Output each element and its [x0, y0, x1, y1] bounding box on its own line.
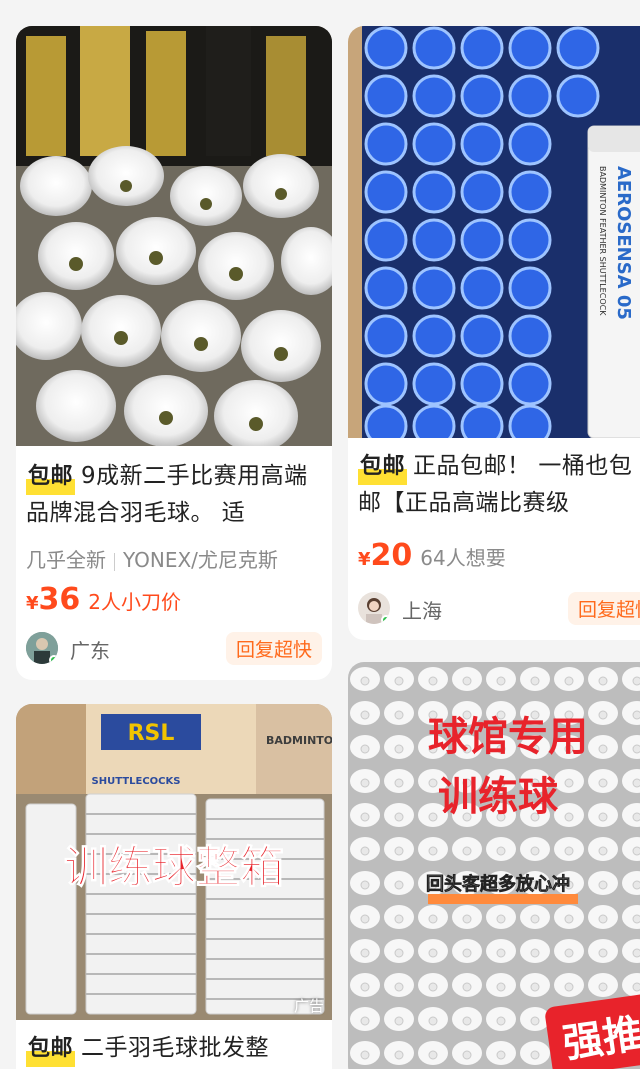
free-shipping-badge: 包邮 — [358, 449, 408, 485]
shuttlecock-photo — [16, 26, 332, 446]
image-overlay-text-2: 训练球 — [438, 774, 559, 820]
tube-brand-text: AEROSENSA 05 — [613, 166, 634, 320]
product-feed: 包邮 9成新二手比赛用高端品牌混合羽毛球。 适 几乎全新 YONEX/尤尼克斯 ¥3… — [0, 0, 640, 1069]
currency-symbol: ¥ — [26, 593, 39, 614]
tube-subtext: BADMINTON FEATHER SHUTTLECOCK — [598, 166, 607, 316]
free-shipping-badge: 包邮 — [26, 459, 76, 495]
image-overlay-text: 训练球整箱 — [64, 842, 284, 893]
product-title[interactable]: 包邮 二手羽毛球批发整 — [26, 1030, 322, 1069]
shuttlecock-pile-photo: 球馆专用 训练球 回头客超多放心冲 强推 — [348, 662, 640, 1069]
price-value: 36 — [38, 582, 81, 617]
image-banner-text: 回头客超多放心冲 — [426, 873, 570, 895]
condition-tag: 几乎全新 — [26, 548, 106, 572]
ad-label: 广告 — [293, 997, 324, 1015]
price-note: 2人小刀价 — [88, 590, 182, 614]
free-shipping-badge: 包邮 — [26, 1031, 76, 1067]
avatar[interactable] — [26, 632, 58, 664]
product-image[interactable]: 球馆专用 训练球 回头客超多放心冲 强推 — [348, 662, 640, 1069]
shuttlecock-tubes-photo: AEROSENSA 05 BADMINTON FEATHER SHUTTLECO… — [348, 26, 640, 438]
box-right-label: BADMINTON — [266, 734, 332, 747]
product-title-text: 二手羽毛球批发整 — [81, 1035, 270, 1061]
price-row: ¥20 64人想要 — [358, 538, 506, 573]
product-card[interactable]: AEROSENSA 05 BADMINTON FEATHER SHUTTLECO… — [348, 26, 640, 640]
product-image[interactable] — [16, 26, 332, 446]
box-sub-label: SHUTTLECOCKS — [92, 776, 181, 787]
product-title[interactable]: 包邮 9成新二手比赛用高端品牌混合羽毛球。 适 — [26, 458, 322, 530]
image-overlay-text-1: 球馆专用 — [428, 714, 588, 760]
reply-fast-tag: 回复超快 — [225, 632, 322, 665]
reply-fast-tag: 回复超快 — [567, 592, 640, 625]
box-brand-label: RSL — [128, 721, 175, 746]
shuttlecock-box-photo: RSL SHUTTLECOCKS BADMINTON — [16, 704, 332, 1020]
want-count: 64人想要 — [420, 546, 506, 570]
price-row: ¥36 2人小刀价 — [26, 582, 181, 617]
online-indicator — [381, 615, 390, 624]
price-value: 20 — [370, 538, 413, 573]
currency-symbol: ¥ — [358, 549, 371, 570]
product-title[interactable]: 包邮 正品包邮！ 一桶也包邮【正品高端比赛级 — [358, 448, 640, 520]
product-image[interactable]: AEROSENSA 05 BADMINTON FEATHER SHUTTLECO… — [348, 26, 640, 438]
brand-tag: YONEX/尤尼克斯 — [123, 548, 278, 572]
product-card[interactable]: 包邮 9成新二手比赛用高端品牌混合羽毛球。 适 几乎全新 YONEX/尤尼克斯 ¥3… — [16, 26, 332, 680]
online-indicator — [49, 655, 58, 664]
seller-location: 广东 — [70, 639, 110, 663]
seller-row[interactable]: 广东 回复超快 — [26, 632, 322, 666]
seller-location: 上海 — [402, 599, 442, 623]
product-image[interactable]: RSL SHUTTLECOCKS BADMINTON — [16, 704, 332, 1020]
seller-row[interactable]: 上海 回复超快 — [358, 592, 640, 626]
product-tags: 几乎全新 YONEX/尤尼克斯 — [26, 544, 278, 573]
tag-divider — [114, 552, 115, 571]
product-card[interactable]: RSL SHUTTLECOCKS BADMINTON — [16, 704, 332, 1069]
avatar[interactable] — [358, 592, 390, 624]
product-card[interactable]: 球馆专用 训练球 回头客超多放心冲 强推 — [348, 662, 640, 1069]
